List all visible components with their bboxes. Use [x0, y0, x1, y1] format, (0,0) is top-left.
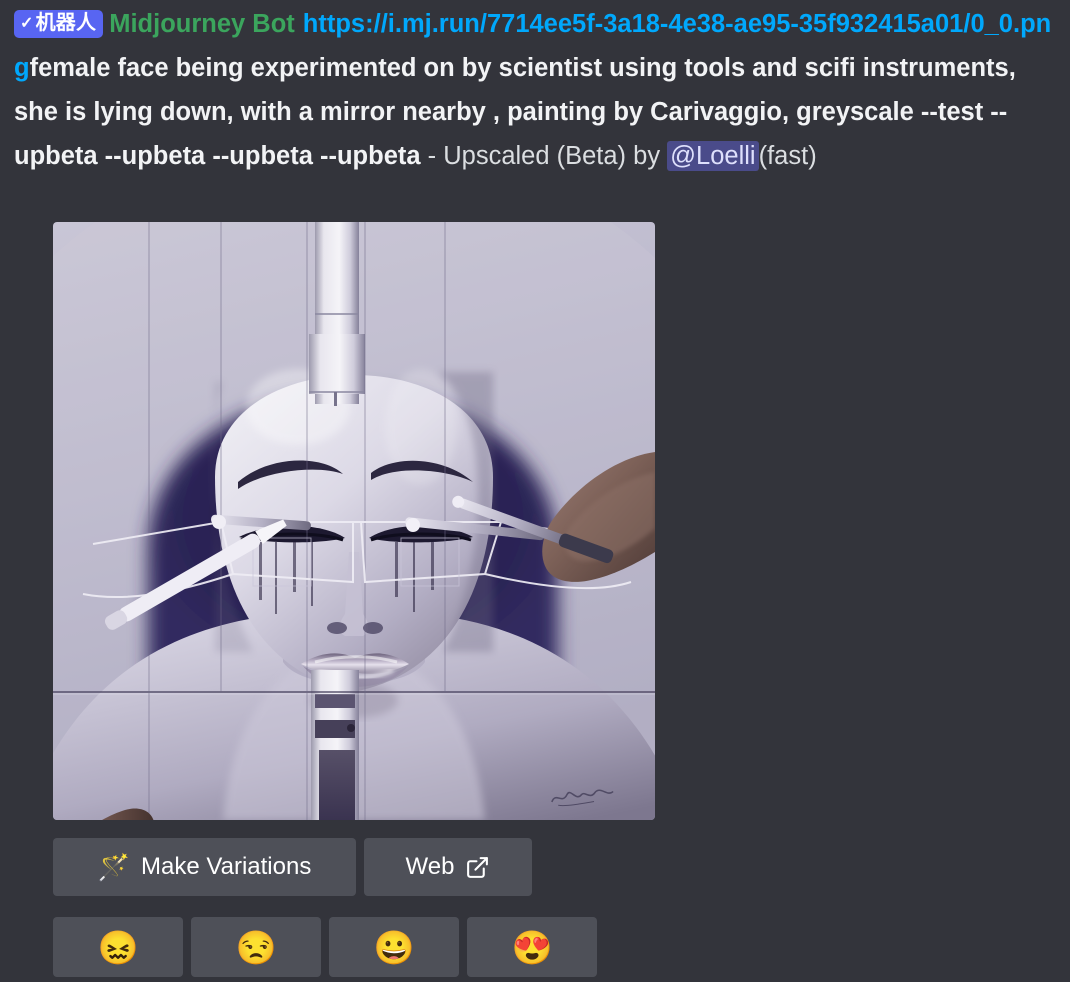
- user-mention[interactable]: @Loelli: [667, 141, 759, 171]
- confounded-face-emoji: 😖: [97, 928, 139, 966]
- reaction-button-heart-eyes[interactable]: 😍: [467, 917, 597, 977]
- by-label: by: [626, 142, 668, 170]
- action-button-row: 🪄 Make Variations Web: [53, 838, 532, 896]
- reaction-button-confounded[interactable]: 😖: [53, 917, 183, 977]
- reaction-button-unamused[interactable]: 😒: [191, 917, 321, 977]
- bot-badge-label: 机器人: [35, 12, 97, 34]
- reaction-button-grinning[interactable]: 😀: [329, 917, 459, 977]
- prompt-separator: -: [420, 142, 444, 170]
- generated-image-attachment[interactable]: [53, 222, 655, 820]
- speed-label: (fast): [758, 142, 817, 170]
- job-type-label: Upscaled (Beta): [443, 142, 627, 170]
- message-author-name[interactable]: Midjourney Bot: [109, 10, 295, 38]
- verified-check-icon: ✓: [20, 15, 34, 32]
- make-variations-label: Make Variations: [141, 853, 312, 880]
- message-content: ✓ 机器人 Midjourney Bot https://i.mj.run/7714e…: [14, 2, 1059, 178]
- bot-badge: ✓ 机器人: [14, 10, 104, 38]
- magic-wand-icon: 🪄: [97, 852, 131, 882]
- web-label: Web: [405, 853, 455, 880]
- grinning-face-emoji: 😀: [373, 928, 415, 966]
- unamused-face-emoji: 😒: [235, 928, 277, 966]
- discord-message-view: ✓ 机器人 Midjourney Bot https://i.mj.run/7714e…: [0, 0, 1070, 982]
- artwork-illustration: [53, 222, 655, 820]
- smiling-face-with-heart-eyes-emoji: 😍: [511, 928, 553, 966]
- make-variations-button[interactable]: 🪄 Make Variations: [53, 838, 356, 896]
- external-link-icon: [465, 855, 490, 880]
- web-button[interactable]: Web: [364, 838, 532, 896]
- reaction-button-row: 😖 😒 😀 😍: [53, 917, 597, 977]
